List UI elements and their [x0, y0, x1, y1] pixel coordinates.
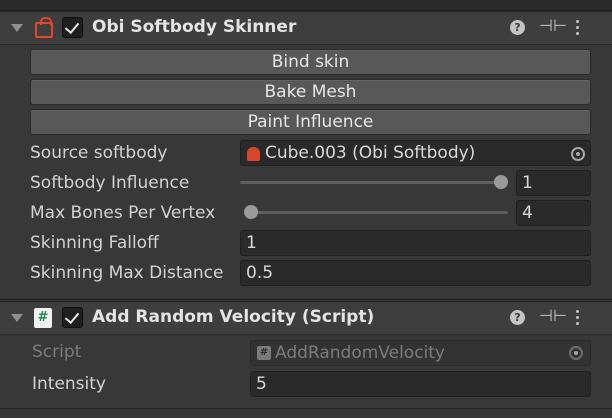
object-picker-icon [569, 346, 583, 360]
softbody-influence-field[interactable]: 1 [516, 170, 591, 196]
softbody-icon [247, 147, 260, 161]
script-label: Script [32, 342, 82, 362]
help-icon[interactable]: ? [510, 20, 525, 35]
component-divider [0, 299, 612, 300]
bind-skin-button[interactable]: Bind skin [30, 49, 591, 75]
softbody-influence-slider-thumb[interactable] [494, 175, 508, 189]
foldout-arrow-icon[interactable] [11, 314, 23, 322]
presets-icon[interactable]: ⊣⊢ [539, 306, 567, 325]
source-softbody-value: Cube.003 (Obi Softbody) [265, 143, 476, 163]
top-separator [0, 0, 612, 11]
source-softbody-field[interactable]: Cube.003 (Obi Softbody) [240, 140, 591, 166]
skinning-falloff-field[interactable]: 1 [240, 230, 591, 256]
csharp-script-icon: # [34, 308, 52, 328]
source-softbody-label: Source softbody [30, 143, 168, 163]
bake-mesh-button[interactable]: Bake Mesh [30, 79, 591, 105]
checkmark-icon [64, 18, 80, 35]
kebab-menu-icon[interactable] [576, 20, 580, 38]
skinning-max-distance-field[interactable]: 0.5 [240, 260, 591, 286]
object-picker-icon[interactable] [571, 147, 585, 161]
script-value: AddRandomVelocity [275, 343, 445, 363]
intensity-field[interactable]: 5 [250, 371, 591, 397]
component-enabled-checkbox[interactable] [62, 307, 83, 328]
component-title: Add Random Velocity (Script) [92, 307, 375, 327]
skinning-falloff-label: Skinning Falloff [30, 233, 159, 253]
script-field: # AddRandomVelocity [250, 340, 591, 366]
csharp-script-icon: # [257, 346, 271, 360]
max-bones-slider-thumb[interactable] [244, 205, 258, 219]
kebab-menu-icon[interactable] [576, 310, 580, 328]
component-title: Obi Softbody Skinner [92, 17, 297, 37]
presets-icon[interactable]: ⊣⊢ [539, 16, 567, 35]
max-bones-label: Max Bones Per Vertex [30, 203, 216, 223]
component-enabled-checkbox[interactable] [62, 17, 83, 38]
checkmark-icon [64, 308, 80, 325]
component-header-add-random-velocity[interactable]: # Add Random Velocity (Script) ? ⊣⊢ [0, 301, 612, 335]
softbody-influence-label: Softbody Influence [30, 173, 190, 193]
component-header-softbody-skinner[interactable]: Obi Softbody Skinner ? ⊣⊢ [0, 11, 612, 45]
component-divider [0, 408, 612, 409]
softbody-icon [35, 17, 53, 38]
max-bones-field[interactable]: 4 [516, 200, 591, 226]
help-icon[interactable]: ? [510, 310, 525, 325]
foldout-arrow-icon[interactable] [11, 24, 23, 32]
max-bones-slider-track[interactable] [244, 211, 508, 214]
intensity-label: Intensity [32, 374, 106, 394]
paint-influence-button[interactable]: Paint Influence [30, 109, 591, 135]
softbody-influence-slider-track[interactable] [240, 181, 508, 184]
skinning-max-distance-label: Skinning Max Distance [30, 263, 224, 283]
